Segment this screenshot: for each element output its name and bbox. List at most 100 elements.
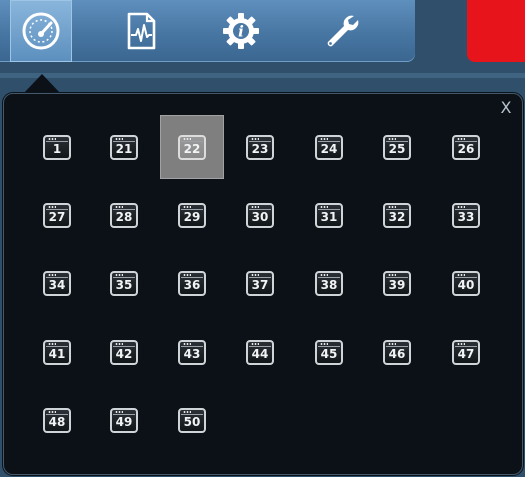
grid-item[interactable]: 35 xyxy=(92,251,156,315)
grid-item-label: 22 xyxy=(183,141,201,156)
grid-item[interactable]: 41 xyxy=(25,320,89,384)
grid-item-label: 44 xyxy=(251,346,269,361)
grid-item-label: 26 xyxy=(457,141,475,156)
wrench-icon xyxy=(327,15,359,47)
grid-item[interactable]: 46 xyxy=(365,320,429,384)
grid-item-label: 41 xyxy=(48,346,66,361)
window-icon: 39 xyxy=(383,270,411,296)
window-icon: 33 xyxy=(452,202,480,228)
alert-indicator[interactable] xyxy=(467,0,525,62)
grid-item-label: 30 xyxy=(251,209,269,224)
grid-item-label: 39 xyxy=(388,277,406,292)
info-settings-button[interactable]: i xyxy=(210,0,272,62)
grid-item-label: 49 xyxy=(115,414,133,429)
grid-item-label: 36 xyxy=(183,277,201,292)
grid-item[interactable]: 25 xyxy=(365,115,429,179)
grid-item[interactable]: 42 xyxy=(92,320,156,384)
window-icon: 45 xyxy=(315,339,343,365)
window-icon: 31 xyxy=(315,202,343,228)
grid-item-label: 32 xyxy=(388,209,406,224)
tools-button[interactable] xyxy=(310,0,372,62)
grid-item[interactable]: 44 xyxy=(228,320,292,384)
window-icon: 27 xyxy=(43,202,71,228)
grid-item[interactable]: 45 xyxy=(297,320,361,384)
grid-item-label: 50 xyxy=(183,414,201,429)
grid-item[interactable]: 29 xyxy=(160,183,224,247)
close-button[interactable]: X xyxy=(498,100,514,116)
grid-item[interactable]: 40 xyxy=(434,251,498,315)
window-icon: 50 xyxy=(178,407,206,433)
grid-item[interactable]: 47 xyxy=(434,320,498,384)
window-icon: 44 xyxy=(246,339,274,365)
grid-item[interactable]: 48 xyxy=(25,388,89,452)
grid-item-label: 27 xyxy=(48,209,66,224)
grid-item[interactable]: 1 xyxy=(25,115,89,179)
grid-item[interactable]: 32 xyxy=(365,183,429,247)
grid-item[interactable]: 23 xyxy=(228,115,292,179)
grid-item-label: 37 xyxy=(251,277,269,292)
grid-item-label: 38 xyxy=(320,277,338,292)
grid-item[interactable]: 43 xyxy=(160,320,224,384)
grid-item-label: 40 xyxy=(457,277,475,292)
window-icon: 1 xyxy=(43,134,71,160)
grid-item[interactable]: 37 xyxy=(228,251,292,315)
grid-item-label: 1 xyxy=(52,141,62,156)
divider xyxy=(0,73,525,78)
top-toolbar: i xyxy=(0,0,415,62)
window-icon: 43 xyxy=(178,339,206,365)
window-icon: 46 xyxy=(383,339,411,365)
grid-item-label: 29 xyxy=(183,209,201,224)
speedometer-icon xyxy=(22,12,60,50)
window-icon: 40 xyxy=(452,270,480,296)
gear-info-icon: i xyxy=(223,13,259,49)
grid-item-label: 35 xyxy=(115,277,133,292)
grid-item[interactable]: 22 xyxy=(160,115,224,179)
grid-item-label: 45 xyxy=(320,346,338,361)
window-icon: 30 xyxy=(246,202,274,228)
window-icon: 49 xyxy=(110,407,138,433)
grid-item-label: 25 xyxy=(388,141,406,156)
window-icon: 36 xyxy=(178,270,206,296)
grid-item[interactable]: 31 xyxy=(297,183,361,247)
grid-item-label: 34 xyxy=(48,277,66,292)
grid-item-label: 31 xyxy=(320,209,338,224)
window-icon: 21 xyxy=(110,134,138,160)
grid-item[interactable]: 50 xyxy=(160,388,224,452)
grid-item[interactable]: 28 xyxy=(92,183,156,247)
dashboard-button[interactable] xyxy=(10,0,72,62)
grid-item[interactable]: 21 xyxy=(92,115,156,179)
grid-item[interactable]: 34 xyxy=(25,251,89,315)
window-icon: 29 xyxy=(178,202,206,228)
grid-item-label: 48 xyxy=(48,414,66,429)
grid-item[interactable]: 36 xyxy=(160,251,224,315)
grid-item-label: 21 xyxy=(115,141,133,156)
grid-item[interactable]: 49 xyxy=(92,388,156,452)
window-icon: 48 xyxy=(43,407,71,433)
selection-panel: X 1 21 22 23 24 25 26 27 28 29 30 31 32 33 34 35 36 37 38 3… xyxy=(3,93,523,475)
grid-item[interactable]: 39 xyxy=(365,251,429,315)
window-icon: 28 xyxy=(110,202,138,228)
grid-item[interactable]: 38 xyxy=(297,251,361,315)
grid-item-label: 42 xyxy=(115,346,133,361)
grid-item[interactable]: 27 xyxy=(25,183,89,247)
window-icon: 23 xyxy=(246,134,274,160)
window-icon: 42 xyxy=(110,339,138,365)
window-icon: 41 xyxy=(43,339,71,365)
report-button[interactable] xyxy=(110,0,172,62)
window-icon: 25 xyxy=(383,134,411,160)
grid-item-label: 46 xyxy=(388,346,406,361)
window-icon: 37 xyxy=(246,270,274,296)
grid-item-label: 33 xyxy=(457,209,475,224)
grid-item-label: 43 xyxy=(183,346,201,361)
window-icon: 24 xyxy=(315,134,343,160)
grid-item[interactable]: 24 xyxy=(297,115,361,179)
document-waveform-icon xyxy=(127,12,156,50)
window-icon: 26 xyxy=(452,134,480,160)
svg-text:i: i xyxy=(238,23,244,41)
grid-item-label: 23 xyxy=(251,141,269,156)
window-icon: 47 xyxy=(452,339,480,365)
grid-item[interactable]: 30 xyxy=(228,183,292,247)
grid-item[interactable]: 26 xyxy=(434,115,498,179)
window-icon: 34 xyxy=(43,270,71,296)
grid-item[interactable]: 33 xyxy=(434,183,498,247)
